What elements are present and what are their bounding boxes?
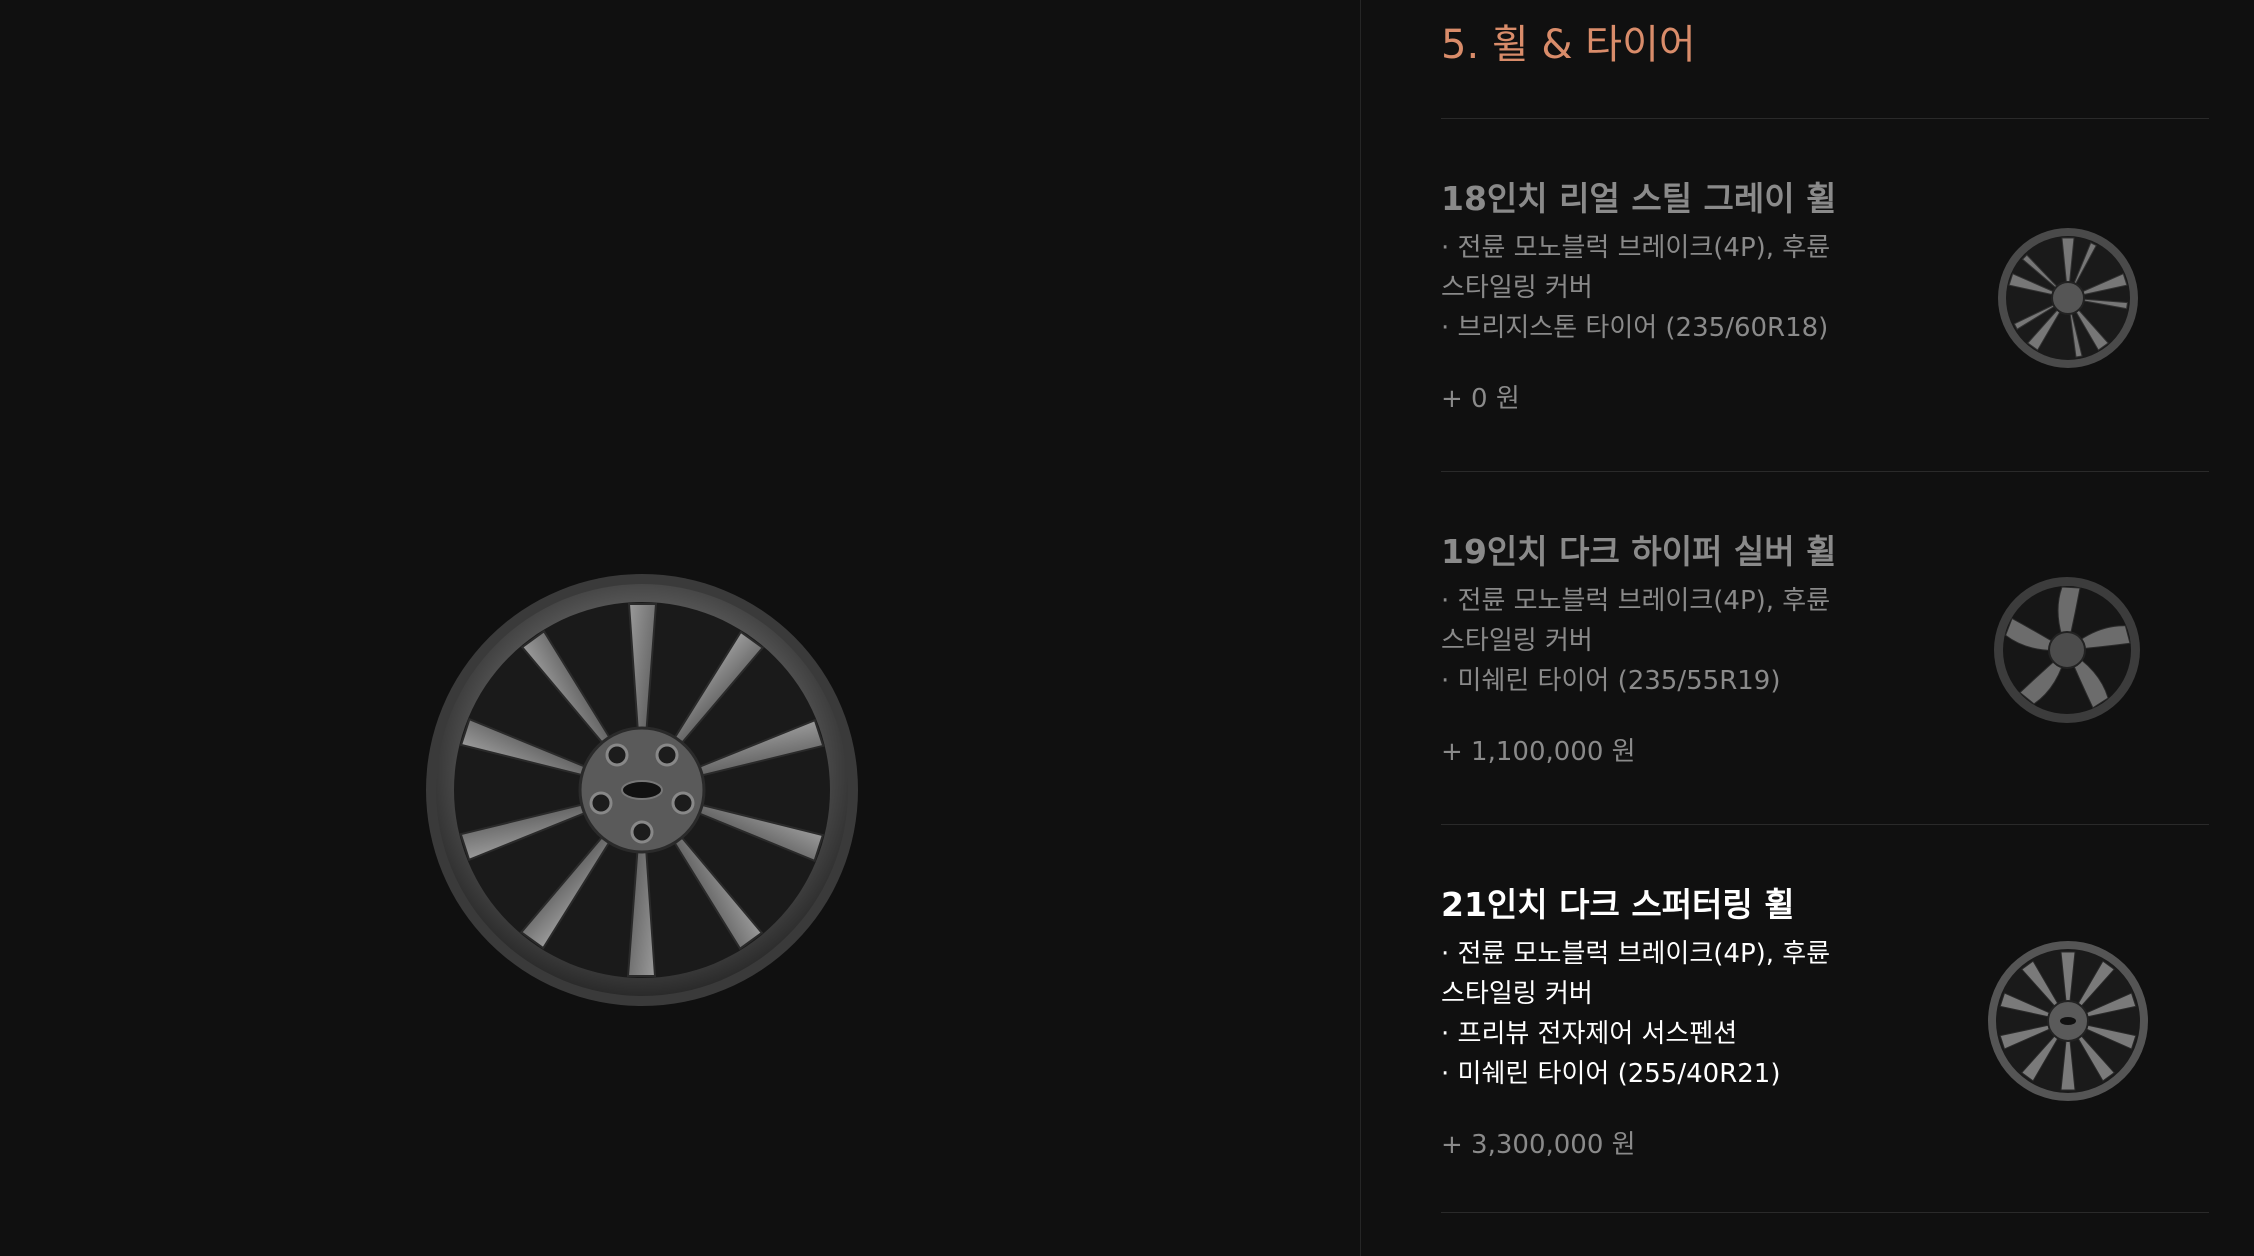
option-description: · 전륜 모노블럭 브레이크(4P), 후륜 스타일링 커버 · 브리지스톤 타… <box>1441 228 1861 348</box>
option-desc-line: · 미쉐린 타이어 (255/40R21) <box>1441 1059 1781 1089</box>
panel-divider <box>1360 0 1361 1256</box>
option-price: + 3,300,000 원 <box>1441 1130 1636 1160</box>
divider <box>1441 824 2209 825</box>
option-price: + 0 원 <box>1441 384 1520 414</box>
wheel-18-thumbnail-icon <box>1998 228 2138 368</box>
option-description: · 전륜 모노블럭 브레이크(4P), 후륜 스타일링 커버 · 프리뷰 전자제… <box>1441 934 1861 1094</box>
wheel-preview-image <box>426 574 858 1006</box>
option-desc-line: · 전륜 모노블럭 브레이크(4P), 후륜 <box>1441 939 1831 969</box>
divider <box>1441 471 2209 472</box>
wheel-option-18[interactable]: 18인치 리얼 스틸 그레이 휠 · 전륜 모노블럭 브레이크(4P), 후륜 … <box>1441 172 2209 472</box>
option-name: 21인치 다크 스퍼터링 휠 <box>1441 885 1795 924</box>
wheel-21-thumbnail-icon <box>1988 941 2148 1101</box>
wheel-19-thumbnail-icon <box>1994 577 2140 723</box>
option-description: · 전륜 모노블럭 브레이크(4P), 후륜 스타일링 커버 · 미쉐린 타이어… <box>1441 581 1861 701</box>
option-price: + 1,100,000 원 <box>1441 737 1636 767</box>
section-title: 5. 휠 & 타이어 <box>1441 22 1696 68</box>
option-desc-line: · 전륜 모노블럭 브레이크(4P), 후륜 <box>1441 233 1831 263</box>
divider <box>1441 118 2209 119</box>
option-desc-line: · 브리지스톤 타이어 (235/60R18) <box>1441 313 1829 343</box>
option-desc-line: 스타일링 커버 <box>1441 273 1593 303</box>
option-desc-line: 스타일링 커버 <box>1441 626 1593 656</box>
option-desc-line: · 프리뷰 전자제어 서스펜션 <box>1441 1019 1738 1049</box>
wheel-option-21[interactable]: 21인치 다크 스퍼터링 휠 · 전륜 모노블럭 브레이크(4P), 후륜 스타… <box>1441 878 2209 1208</box>
option-desc-line: · 미쉐린 타이어 (235/55R19) <box>1441 666 1781 696</box>
wheel-option-19[interactable]: 19인치 다크 하이퍼 실버 휠 · 전륜 모노블럭 브레이크(4P), 후륜 … <box>1441 525 2209 825</box>
option-desc-line: 스타일링 커버 <box>1441 979 1593 1009</box>
option-desc-line: · 전륜 모노블럭 브레이크(4P), 후륜 <box>1441 586 1831 616</box>
divider <box>1441 1212 2209 1213</box>
option-name: 18인치 리얼 스틸 그레이 휠 <box>1441 179 1837 218</box>
wheel-preview-area <box>0 0 1360 1256</box>
options-panel: 5. 휠 & 타이어 18인치 리얼 스틸 그레이 휠 · 전륜 모노블럭 브레… <box>1441 0 2209 1256</box>
option-name: 19인치 다크 하이퍼 실버 휠 <box>1441 532 1837 571</box>
